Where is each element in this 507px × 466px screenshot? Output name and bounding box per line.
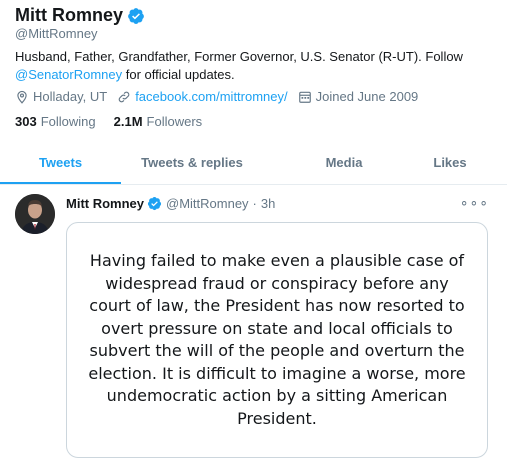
link-icon	[118, 91, 130, 102]
location-item: Holladay, UT	[15, 89, 107, 104]
tweet-author-handle[interactable]: @MittRomney	[166, 196, 249, 211]
followers-count: 2.1M	[113, 114, 143, 129]
calendar-icon	[298, 91, 311, 103]
profile-tabs: Tweets Tweets & replies Media Likes	[0, 146, 507, 185]
followers-stat[interactable]: 2.1M Followers	[114, 114, 203, 129]
bio-text: Husband, Father, Grandfather, Former Gov…	[15, 49, 463, 64]
profile-name-row: Mitt Romney	[15, 5, 145, 26]
following-label: Following	[40, 114, 96, 129]
following-count: 303	[15, 114, 37, 129]
joined-item: Joined June 2009	[298, 89, 419, 104]
avatar[interactable]	[15, 194, 55, 234]
tab-tweets[interactable]: Tweets	[0, 146, 121, 184]
tweet[interactable]: Mitt Romney @MittRomney · 3h ∘∘∘ Having …	[0, 186, 507, 466]
avatar-image	[15, 194, 55, 234]
bio-tail: for official updates.	[122, 67, 235, 82]
tab-tweets-replies[interactable]: Tweets & replies	[121, 146, 263, 184]
verified-badge-icon	[147, 196, 162, 211]
verified-badge-icon	[128, 7, 144, 24]
tweet-image[interactable]: Having failed to make even a plausible c…	[66, 222, 488, 458]
joined-text: Joined June 2009	[315, 89, 419, 104]
profile-bio: Husband, Father, Grandfather, Former Gov…	[15, 48, 495, 84]
profile-stats: 303 Following 2.1M Followers	[15, 114, 220, 129]
tweet-author-name[interactable]: Mitt Romney	[66, 196, 144, 211]
profile-name: Mitt Romney	[15, 5, 123, 25]
website-item[interactable]: facebook.com/mittromney/	[117, 89, 288, 104]
tweet-separator: ·	[252, 196, 257, 211]
tab-media[interactable]: Media	[263, 146, 425, 184]
profile-meta: Holladay, UT facebook.com/mittromney/ Jo…	[15, 89, 428, 104]
location-icon	[17, 90, 27, 104]
tweet-header: Mitt Romney @MittRomney · 3h	[66, 196, 275, 211]
tab-likes[interactable]: Likes	[425, 146, 475, 184]
location-text: Holladay, UT	[33, 89, 108, 104]
tweet-time[interactable]: 3h	[261, 196, 275, 211]
profile-handle: @MittRomney	[15, 26, 98, 41]
tweet-image-text: Having failed to make even a plausible c…	[88, 251, 466, 428]
followers-label: Followers	[146, 114, 203, 129]
following-stat[interactable]: 303 Following	[15, 114, 96, 129]
bio-mention-link[interactable]: @SenatorRomney	[15, 67, 122, 82]
more-icon[interactable]: ∘∘∘	[460, 194, 489, 211]
website-link[interactable]: facebook.com/mittromney/	[135, 89, 287, 104]
